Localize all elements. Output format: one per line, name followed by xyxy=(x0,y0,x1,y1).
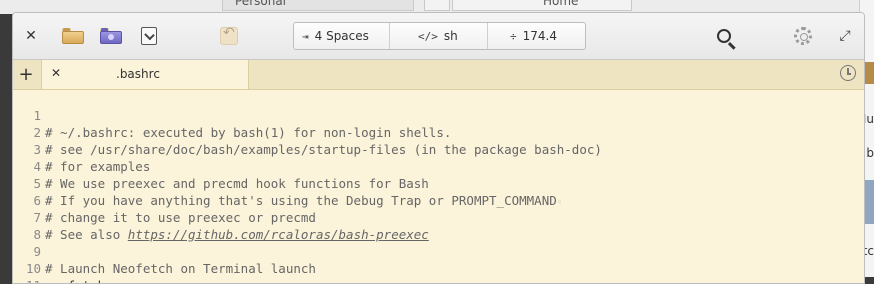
folder-open-icon xyxy=(62,28,84,44)
tab-label: .bashrc xyxy=(116,67,160,81)
revert-icon xyxy=(220,25,238,45)
code-icon: </> xyxy=(418,29,438,43)
open-file-button[interactable] xyxy=(59,22,87,50)
language-button[interactable]: </> sh xyxy=(390,23,488,49)
project-folder-button[interactable] xyxy=(97,22,125,50)
expand-icon: ⤢ xyxy=(839,28,851,44)
code-line: 4 # We use preexec and precmd hook funct… xyxy=(13,141,864,191)
history-icon[interactable] xyxy=(840,65,856,81)
code-line: 10 neofetch xyxy=(13,243,864,283)
language-label: sh xyxy=(443,29,458,43)
code-editor-window: ✕ ⇥ 4 Spaces </> sh ÷ 174.4 xyxy=(12,12,865,284)
code-line: 8 xyxy=(13,209,864,242)
background-tab-personal: Personal xyxy=(222,0,414,11)
code-line: 5 # If you have anything that's using th… xyxy=(13,158,864,208)
preferences-button[interactable] xyxy=(789,22,817,50)
code-line: 11 xyxy=(13,260,864,283)
line-number: 11 xyxy=(13,277,41,283)
search-button[interactable] xyxy=(710,22,738,50)
goto-line-button[interactable]: ÷ 174.4 xyxy=(488,23,585,49)
code-line: 9 # Launch Neofetch on Terminal launch xyxy=(13,226,864,276)
code-line: 1 # ~/.bashrc: executed by bash(1) for n… xyxy=(13,90,864,140)
revert-button[interactable] xyxy=(215,22,243,50)
indent-width-button[interactable]: ⇥ 4 Spaces xyxy=(294,23,390,49)
background-label: b xyxy=(866,146,874,160)
indent-label: 4 Spaces xyxy=(314,29,369,43)
code-line: 3 # for examples xyxy=(13,124,864,174)
background-tab-home: Home xyxy=(452,0,632,11)
headerbar: ✕ ⇥ 4 Spaces </> sh ÷ 174.4 xyxy=(13,13,864,60)
fullscreen-button[interactable]: ⤢ xyxy=(831,22,859,50)
gear-icon xyxy=(794,27,812,45)
status-segmented-control: ⇥ 4 Spaces </> sh ÷ 174.4 xyxy=(293,22,586,50)
save-button[interactable] xyxy=(135,22,163,50)
tab-bashrc[interactable]: ✕ .bashrc xyxy=(41,60,249,89)
save-icon xyxy=(141,27,157,45)
code-line: 6 # change it to use preexec or precmd xyxy=(13,175,864,225)
line-position-icon: ÷ xyxy=(510,29,517,43)
background-tab-plus xyxy=(424,0,450,11)
editor-area[interactable]: 1 # ~/.bashrc: executed by bash(1) for n… xyxy=(13,90,864,283)
close-icon: ✕ xyxy=(25,28,37,44)
position-label: 174.4 xyxy=(522,29,557,43)
indent-icon: ⇥ xyxy=(302,29,309,43)
close-window-button[interactable]: ✕ xyxy=(17,22,45,50)
plus-icon: + xyxy=(18,64,34,85)
project-folder-icon xyxy=(100,28,122,44)
tab-bar: + ✕ .bashrc xyxy=(13,60,864,90)
code-line: 2 # see /usr/share/doc/bash/examples/sta… xyxy=(13,107,864,157)
search-icon xyxy=(717,29,731,43)
tab-close-icon[interactable]: ✕ xyxy=(51,66,61,80)
code-line: 7 # See also https://github.com/rcaloras… xyxy=(13,192,864,242)
new-tab-button[interactable]: + xyxy=(13,60,39,89)
